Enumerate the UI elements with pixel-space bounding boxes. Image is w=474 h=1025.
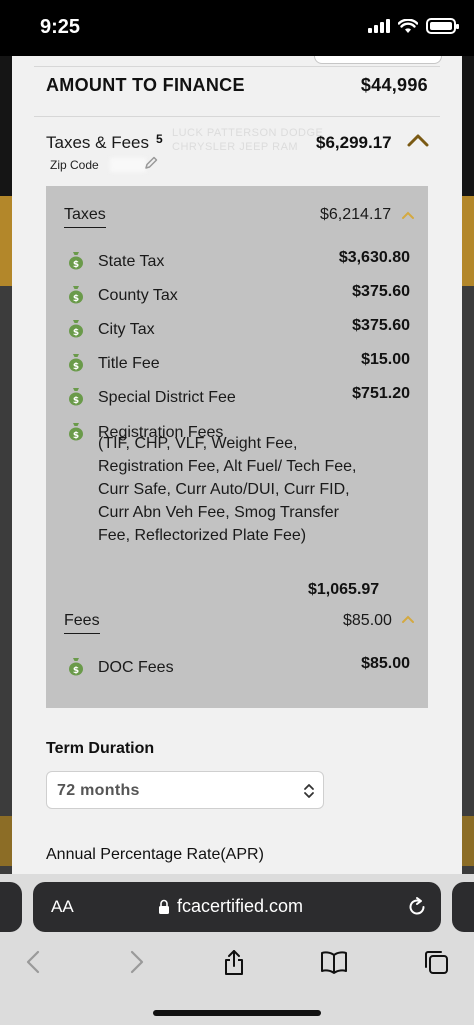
term-duration-label: Term Duration — [46, 740, 155, 757]
tax-item-amount: $751.20 — [352, 385, 410, 402]
divider — [34, 116, 440, 117]
money-bag-icon: $ — [69, 388, 83, 406]
fee-item-amount: $85.00 — [361, 655, 410, 672]
registration-fees-amount: $1,065.97 — [308, 581, 380, 598]
tax-item-amount: $375.60 — [352, 283, 410, 300]
status-bar: 9:25 — [0, 0, 474, 56]
fees-section-heading[interactable]: Fees — [64, 612, 100, 634]
chevron-up-icon[interactable] — [401, 614, 415, 624]
wifi-icon — [398, 18, 418, 33]
taxes-fees-value: $6,299.17 — [316, 133, 392, 152]
finance-modal: AMOUNT TO FINANCE $44,996 LUCK PATTERSON… — [12, 56, 462, 874]
taxes-fees-breakdown: Taxes $6,214.17 $ State Tax $3,630.80 $ … — [46, 186, 428, 708]
lock-icon — [159, 899, 169, 914]
svg-text:$: $ — [73, 260, 79, 270]
previous-tab-pill[interactable] — [0, 882, 22, 932]
modal-top-button[interactable] — [314, 56, 442, 64]
browser-toolbar: AA fcacertified.com — [0, 874, 474, 1025]
tax-item-amount: $15.00 — [361, 351, 410, 368]
back-icon[interactable] — [20, 948, 48, 976]
svg-text:$: $ — [73, 431, 79, 441]
taxes-fees-label[interactable]: Taxes & Fees — [46, 133, 149, 153]
tabs-icon[interactable] — [422, 948, 450, 976]
tax-item-amount: $375.60 — [352, 317, 410, 334]
taxes-fees-count: 5 — [156, 132, 163, 146]
tax-item-name: County Tax — [98, 287, 178, 304]
tax-item-name: City Tax — [98, 321, 155, 338]
svg-text:$: $ — [73, 362, 79, 372]
tax-item-amount: $3,630.80 — [338, 249, 410, 266]
money-bag-icon: $ — [69, 286, 83, 304]
zip-code-redacted — [110, 158, 146, 172]
money-bag-icon: $ — [69, 354, 83, 372]
tax-item-name: State Tax — [98, 253, 165, 270]
address-bar[interactable]: AA fcacertified.com — [33, 882, 441, 932]
svg-text:$: $ — [73, 294, 79, 304]
zip-code-label: Zip Code — [50, 158, 99, 172]
pencil-icon[interactable] — [142, 154, 160, 172]
status-time: 9:25 — [40, 16, 81, 38]
svg-text:$: $ — [73, 396, 79, 406]
taxes-total: $6,214.17 — [320, 206, 392, 223]
money-bag-icon: $ — [69, 320, 83, 338]
apr-label: Annual Percentage Rate(APR) — [46, 846, 264, 863]
reader-options-button[interactable]: AA — [51, 897, 74, 917]
amount-to-finance-value: $44,996 — [360, 75, 428, 95]
chevron-up-icon[interactable] — [406, 131, 430, 149]
select-updown-icon — [304, 784, 314, 798]
battery-icon — [426, 18, 459, 34]
forward-icon[interactable] — [122, 948, 150, 976]
taxes-section-heading[interactable]: Taxes — [64, 206, 106, 228]
fees-total: $85.00 — [343, 612, 392, 629]
taxes-section-label: Taxes — [64, 206, 106, 223]
chevron-up-icon[interactable] — [401, 210, 415, 220]
share-icon[interactable] — [220, 948, 248, 976]
status-icons — [368, 18, 459, 34]
money-bag-icon: $ — [69, 658, 83, 676]
amount-to-finance-label: AMOUNT TO FINANCE — [46, 75, 245, 95]
tax-item-name: Special District Fee — [98, 389, 236, 406]
term-duration-value: 72 months — [57, 782, 140, 799]
tax-item-name: Title Fee — [98, 355, 160, 372]
home-indicator — [153, 1010, 321, 1016]
divider — [34, 66, 440, 67]
fees-section-label: Fees — [64, 612, 100, 629]
svg-text:$: $ — [73, 328, 79, 338]
cellular-signal-icon — [368, 19, 390, 33]
fee-item-name: DOC Fees — [98, 659, 174, 676]
term-duration-select[interactable]: 72 months — [46, 771, 324, 809]
money-bag-icon: $ — [69, 423, 83, 441]
next-tab-pill[interactable] — [452, 882, 474, 932]
money-bag-icon: $ — [69, 252, 83, 270]
reload-icon[interactable] — [406, 896, 428, 918]
svg-text:$: $ — [73, 666, 79, 676]
amount-to-finance-row: AMOUNT TO FINANCE $44,996 — [46, 75, 428, 96]
bookmarks-icon[interactable] — [320, 948, 348, 976]
url-text: fcacertified.com — [177, 896, 304, 916]
registration-fees-description: (TIF, CHP, VLF, Weight Fee, Registration… — [98, 435, 357, 544]
dealer-watermark: LUCK PATTERSON DODGE CHRYSLER JEEP RAM — [172, 127, 324, 153]
